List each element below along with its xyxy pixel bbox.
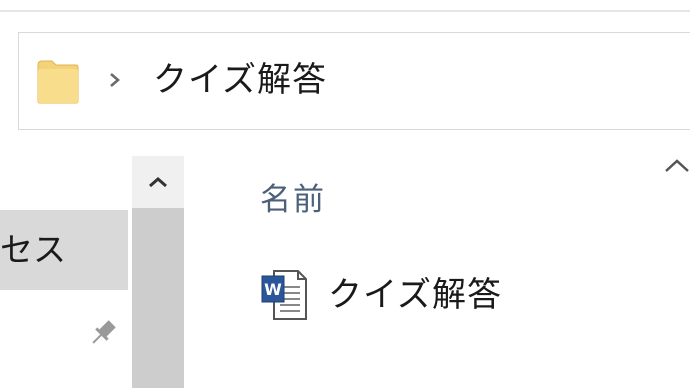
file-name: クイズ解答: [328, 275, 502, 315]
address-bar[interactable]: クイズ解答: [18, 32, 690, 130]
nav-scrollbar[interactable]: [132, 156, 184, 388]
svg-text:W: W: [264, 280, 282, 299]
file-row[interactable]: W クイズ解答: [258, 266, 678, 326]
window-top-border: [0, 10, 690, 12]
pin-icon[interactable]: [86, 316, 120, 350]
file-list-pane: 名前 W クイズ解答: [200, 150, 690, 388]
navigation-pane: セス: [0, 150, 190, 388]
breadcrumb-current-folder[interactable]: クイズ解答: [153, 57, 327, 103]
chevron-up-icon[interactable]: [662, 156, 690, 176]
nav-item-quick-access[interactable]: セス: [0, 210, 128, 290]
nav-item-label: セス: [0, 230, 66, 269]
chevron-right-icon[interactable]: [103, 65, 127, 95]
column-header-name[interactable]: 名前: [260, 178, 326, 222]
word-document-icon: W: [261, 270, 307, 320]
scroll-up-button[interactable]: [132, 156, 184, 208]
chevron-up-icon: [149, 177, 167, 188]
folder-icon: [37, 60, 79, 104]
scroll-thumb[interactable]: [132, 208, 184, 388]
